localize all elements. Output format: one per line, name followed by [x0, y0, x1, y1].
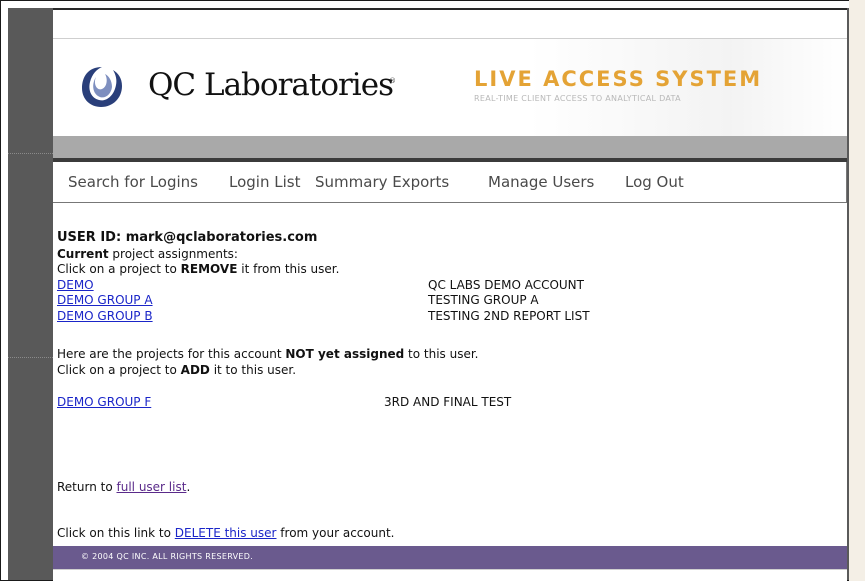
system-subtitle: REAL-TIME CLIENT ACCESS TO ANALYTICAL DA…: [474, 94, 681, 103]
gutter-divider: [8, 357, 53, 358]
current-rest: project assignments:: [108, 247, 238, 261]
copyright-text: © 2004 QC INC. ALL RIGHTS RESERVED.: [81, 552, 254, 561]
delete-user-link[interactable]: DELETE this user: [175, 526, 277, 540]
unassigned-project-link-demo-group-f[interactable]: DEMO GROUP F: [57, 395, 151, 409]
page: QC Laboratories ® LIVE ACCESS SYSTEM REA…: [53, 10, 847, 581]
delete-post: from your account.: [276, 526, 395, 540]
unassigned-project-description: 3RD AND FINAL TEST: [384, 395, 512, 409]
unassigned-intro: Here are the projects for this account N…: [57, 347, 479, 361]
add-pre: Click on a project to: [57, 363, 181, 377]
assigned-project-link-demo-group-b[interactable]: DEMO GROUP B: [57, 309, 153, 323]
return-line: Return to full user list.: [57, 480, 190, 494]
gutter-divider: [8, 153, 53, 154]
nav-search-for-logins[interactable]: Search for Logins: [68, 173, 198, 191]
remove-bold: REMOVE: [180, 262, 238, 276]
unassigned-bold: NOT yet assigned: [285, 347, 405, 361]
nav-login-list[interactable]: Login List: [229, 173, 300, 191]
logo-registered-mark: ®: [389, 77, 396, 85]
site-header: QC Laboratories ® LIVE ACCESS SYSTEM REA…: [53, 39, 847, 136]
delete-pre: Click on this link to: [57, 526, 175, 540]
header-gray-band: [53, 136, 847, 158]
unassigned-post: to this user.: [404, 347, 479, 361]
bottom-rule: [53, 569, 847, 570]
nav-manage-users[interactable]: Manage Users: [488, 173, 594, 191]
remove-post: it from this user.: [237, 262, 340, 276]
remove-instruction: Click on a project to REMOVE it from thi…: [57, 262, 339, 276]
return-pre: Return to: [57, 480, 117, 494]
site-footer: © 2004 QC INC. ALL RIGHTS RESERVED.: [53, 546, 847, 569]
assigned-project-description: QC LABS DEMO ACCOUNT: [428, 278, 584, 292]
full-user-list-link[interactable]: full user list: [117, 480, 187, 494]
right-gutter: [849, 0, 865, 581]
main-nav: Search for Logins Login List Summary Exp…: [53, 162, 847, 203]
left-gutter: [8, 8, 53, 580]
nav-summary-exports[interactable]: Summary Exports: [315, 173, 449, 191]
logo-wordmark: QC Laboratories: [148, 67, 394, 103]
return-post: .: [186, 480, 191, 494]
current-assignments-label: Current project assignments:: [57, 247, 238, 261]
current-bold: Current: [57, 247, 109, 261]
user-id-heading: USER ID: mark@qclaboratories.com: [57, 230, 318, 245]
delete-line: Click on this link to DELETE this user f…: [57, 526, 394, 540]
qc-logo-icon: [82, 67, 122, 107]
remove-pre: Click on a project to: [57, 262, 181, 276]
assigned-project-link-demo[interactable]: DEMO: [57, 278, 94, 292]
add-post: it to this user.: [209, 363, 297, 377]
assigned-project-link-demo-group-a[interactable]: DEMO GROUP A: [57, 293, 153, 307]
assigned-project-description: TESTING 2ND REPORT LIST: [428, 309, 590, 323]
add-instruction: Click on a project to ADD it to this use…: [57, 363, 296, 377]
system-title: LIVE ACCESS SYSTEM: [474, 67, 763, 91]
add-bold: ADD: [180, 363, 210, 377]
nav-log-out[interactable]: Log Out: [625, 173, 684, 191]
unassigned-pre: Here are the projects for this account: [57, 347, 286, 361]
assigned-project-description: TESTING GROUP A: [428, 293, 539, 307]
